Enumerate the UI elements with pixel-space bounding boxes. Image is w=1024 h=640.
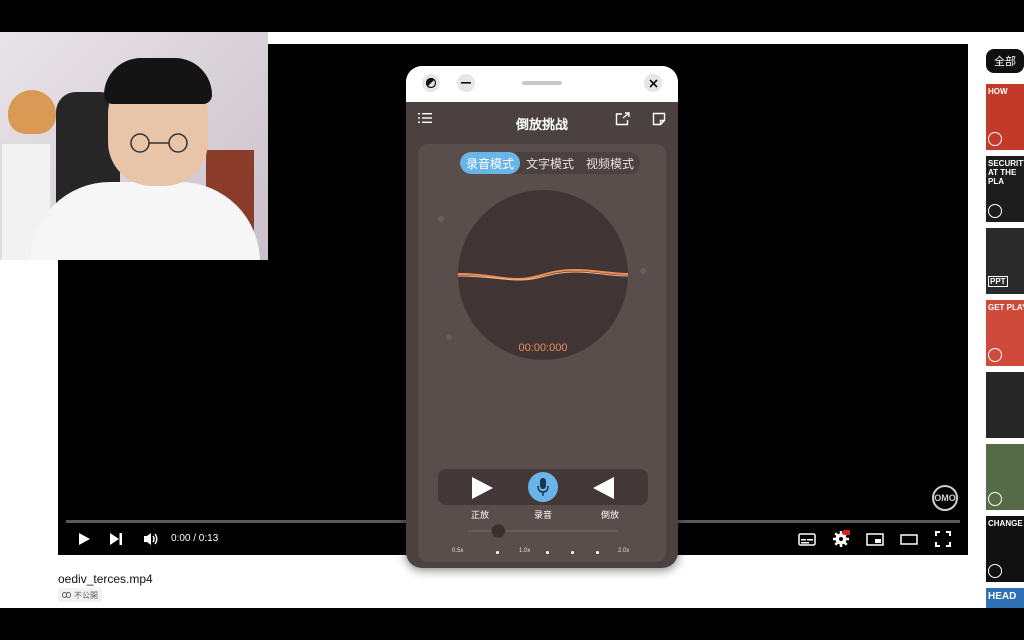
slider-knob[interactable] — [490, 523, 506, 539]
recommended-thumbnail[interactable] — [986, 372, 1024, 438]
person-hair — [104, 58, 212, 104]
omo-logo-icon — [988, 492, 1002, 506]
omo-logo-icon — [988, 348, 1002, 362]
speed-max-label: 2.0x — [618, 548, 630, 554]
recommended-thumbnail[interactable]: HOW — [986, 84, 1024, 150]
close-icon[interactable] — [644, 74, 662, 92]
decor-dot — [640, 268, 646, 274]
screen: 0:00 / 0:13 OMO oediv_terces.mp4 不公開 全部 … — [0, 0, 1024, 640]
speed-tick — [596, 551, 599, 554]
omo-watermark: OMO — [932, 485, 958, 511]
speed-tick — [571, 551, 574, 554]
thumbnail-text: PPT — [988, 276, 1008, 287]
app-header: 倒放挑战 — [406, 102, 678, 142]
tab-record-mode[interactable]: 录音模式 — [460, 152, 521, 174]
minimize-icon[interactable] — [457, 74, 475, 92]
record-button[interactable] — [528, 472, 558, 502]
glasses — [130, 133, 188, 153]
app-title: 倒放挑战 — [515, 117, 568, 132]
reverse-label: 倒放 — [600, 510, 619, 520]
omo-logo-icon — [988, 132, 1002, 146]
note-icon[interactable] — [652, 112, 666, 129]
playback-controls — [438, 469, 648, 505]
time-display: 0:00 / 0:13 — [171, 533, 219, 544]
play-forward-icon — [472, 477, 493, 499]
speed-tick — [496, 551, 499, 554]
record-label: 录音 — [533, 510, 552, 520]
forward-label: 正放 — [470, 510, 489, 520]
theater-mode-icon[interactable] — [898, 528, 920, 550]
thumbnail-text: CHANGE LAR — [988, 519, 1024, 528]
speed-slider[interactable] — [468, 523, 618, 539]
decor-dot — [446, 334, 452, 340]
thumbnail-text: SECURITY AT THE PLA — [988, 159, 1024, 186]
video-title: oediv_terces.mp4 — [58, 572, 153, 586]
recommended-thumbnail[interactable]: PPT — [986, 228, 1024, 294]
timer-display: 00:00:000 — [518, 342, 568, 354]
window-titlebar — [406, 66, 678, 102]
speed-mid-label: 1.0x — [519, 548, 531, 554]
play-icon[interactable] — [74, 528, 94, 550]
speed-scale: 0.5x 1.0x 2.0x — [452, 548, 634, 558]
waveform-circle: 00:00:000 — [458, 190, 628, 360]
miniplayer-icon[interactable] — [864, 528, 886, 550]
play-forward-button[interactable] — [470, 476, 494, 505]
play-reverse-icon — [593, 477, 614, 499]
play-reverse-button[interactable] — [592, 476, 616, 505]
recommended-thumbnail[interactable]: GET PLAY — [986, 300, 1024, 366]
subtitles-icon[interactable] — [796, 528, 818, 550]
thumbnail-text: HEAD — [988, 591, 1017, 602]
recommended-thumbnail[interactable]: CHANGE LAR — [986, 516, 1024, 582]
visibility-text: 不公開 — [74, 590, 98, 600]
recommended-thumbnail[interactable]: HEAD — [986, 588, 1024, 608]
drag-handle[interactable] — [522, 81, 562, 85]
visibility-badge: 不公開 — [58, 588, 102, 602]
watermark-text: OMO — [934, 493, 956, 503]
reverse-challenge-app: 倒放挑战 录音模式 文字模式 视频模式 00:00:000 正放 录音 倒放 0… — [406, 66, 678, 568]
main-panel: 录音模式 文字模式 视频模式 00:00:000 正放 录音 倒放 0.5x 1… — [418, 144, 666, 562]
waveform — [458, 268, 628, 281]
microphone-icon — [537, 478, 549, 496]
fullscreen-icon[interactable] — [932, 528, 954, 550]
speed-min-label: 0.5x — [452, 548, 464, 554]
link-icon — [62, 592, 71, 598]
mode-tabs: 录音模式 文字模式 视频模式 — [460, 152, 641, 174]
share-icon[interactable] — [615, 112, 630, 129]
volume-icon[interactable] — [140, 528, 162, 550]
recommended-thumbnail[interactable]: SECURITY AT THE PLA — [986, 156, 1024, 222]
next-icon[interactable] — [106, 528, 126, 550]
thumbnail-text: HOW — [988, 87, 1008, 96]
tab-text-mode[interactable]: 文字模式 — [520, 152, 580, 174]
omo-logo-icon — [988, 564, 1002, 578]
filter-chip-all[interactable]: 全部 — [986, 49, 1024, 73]
omo-logo-icon — [988, 204, 1002, 218]
theme-toggle-icon[interactable] — [422, 74, 440, 92]
thumbnail-text: GET PLAY — [988, 303, 1024, 312]
decor-dot — [438, 216, 444, 222]
recommended-thumbnail[interactable] — [986, 444, 1024, 510]
doge-figure — [8, 90, 56, 134]
speed-tick — [546, 551, 549, 554]
webcam-overlay — [0, 32, 268, 260]
tab-video-mode[interactable]: 视频模式 — [580, 152, 640, 174]
settings-gear-icon[interactable] — [830, 528, 852, 550]
